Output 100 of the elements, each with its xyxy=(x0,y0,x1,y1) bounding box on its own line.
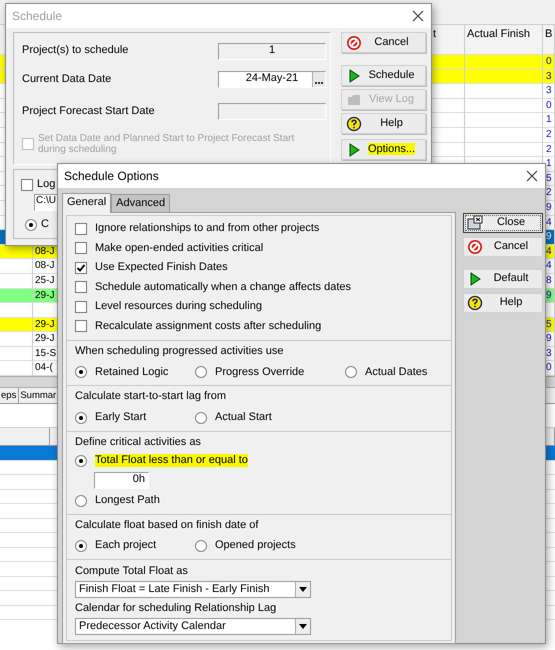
cancel-icon xyxy=(467,239,483,255)
radio-label: Progress Override xyxy=(215,366,304,379)
checkbox-label: Make open-ended activities critical xyxy=(95,242,264,256)
date-cell: 2 xyxy=(545,144,552,155)
checkbox-label: Schedule automatically when a change affects dates xyxy=(95,280,352,294)
input-field[interactable]: 24-May-21 xyxy=(218,71,326,88)
radio-label: Early Start xyxy=(95,410,146,424)
date-cell: 04-( xyxy=(35,362,53,374)
date-cell: 2 xyxy=(545,128,552,140)
ellipsis-button[interactable] xyxy=(312,72,325,87)
cancel-icon xyxy=(346,34,362,50)
date-cell: 4 xyxy=(545,216,552,228)
checkbox[interactable] xyxy=(75,320,87,332)
button[interactable]: Help xyxy=(463,293,543,313)
button[interactable]: Schedule xyxy=(341,65,426,86)
close-window-icon xyxy=(467,215,483,231)
date-cell: 9 xyxy=(545,231,552,242)
checkbox-label: Use Expected Finish Dates xyxy=(95,261,228,275)
checkbox-label: Recalculate assignment costs after scheduling xyxy=(95,320,322,334)
input-field[interactable]: 0h xyxy=(94,472,149,489)
radio-label: Total Float less than or equal to xyxy=(95,454,248,468)
close-icon[interactable] xyxy=(411,9,425,23)
radio-button[interactable] xyxy=(75,412,87,424)
date-cell: 5 xyxy=(545,172,552,184)
date-cell: 3 xyxy=(545,70,552,82)
radio-label: C xyxy=(41,218,49,232)
radio-button[interactable] xyxy=(195,412,207,424)
date-cell: 08-J xyxy=(35,246,54,257)
group-label: Define critical activities as xyxy=(75,436,201,449)
radio-button[interactable] xyxy=(75,366,87,378)
button[interactable]: Cancel xyxy=(463,237,543,257)
date-cell: 4 xyxy=(545,260,552,272)
date-cell: 15-S xyxy=(35,348,56,359)
button[interactable]: Default xyxy=(463,269,543,289)
checkbox-label: Level resources during scheduling xyxy=(95,300,262,314)
dropdown-label: Calendar for scheduling Relationship Lag xyxy=(75,602,276,616)
radio-button[interactable] xyxy=(195,366,207,378)
date-cell: 0 xyxy=(545,362,552,374)
button[interactable]: Close xyxy=(463,213,543,233)
button[interactable]: Help xyxy=(341,113,426,134)
tab[interactable]: eps xyxy=(0,388,20,404)
group-label: Calculate start-to-start lag from xyxy=(75,390,226,404)
window-title: Schedule xyxy=(12,8,62,24)
checkbox[interactable] xyxy=(21,178,33,191)
help-icon xyxy=(467,295,483,311)
checkbox[interactable] xyxy=(75,300,87,313)
date-cell: 25-J xyxy=(35,274,54,286)
date-cell: 0 xyxy=(545,100,552,111)
radio-label: Actual Dates xyxy=(365,366,428,379)
tab[interactable]: General xyxy=(62,193,112,214)
date-cell: 0 xyxy=(545,56,552,67)
date-cell: 08-J xyxy=(35,260,54,272)
caret-icon xyxy=(299,624,307,630)
input-field[interactable]: 1 xyxy=(218,42,326,60)
field-label: Project(s) to schedule xyxy=(22,44,128,58)
checkbox-label: Log xyxy=(37,178,56,192)
radio-label: Actual Start xyxy=(215,410,272,424)
button[interactable]: Cancel xyxy=(341,32,426,53)
radio-button[interactable] xyxy=(25,218,37,231)
date-cell: 4 xyxy=(545,246,552,257)
group-label: Calculate float based on finish date of xyxy=(75,518,258,532)
close-icon[interactable] xyxy=(525,169,539,183)
radio-button[interactable] xyxy=(75,494,87,507)
checkbox[interactable] xyxy=(75,281,87,294)
radio-button[interactable] xyxy=(195,540,207,552)
checkbox[interactable] xyxy=(75,242,87,254)
date-cell: 2 xyxy=(545,187,552,198)
input-field[interactable] xyxy=(218,103,326,120)
date-cell: 1 xyxy=(545,158,552,170)
checkbox[interactable] xyxy=(75,222,87,235)
date-cell: 9 xyxy=(545,290,552,300)
date-cell: 1 xyxy=(545,114,552,126)
tab[interactable]: Advanced xyxy=(111,194,170,212)
dropdown-label: Compute Total Float as xyxy=(75,564,188,578)
date-cell: 9 xyxy=(545,202,552,213)
field-label: Current Data Date xyxy=(22,72,112,86)
checkbox[interactable] xyxy=(75,262,87,274)
radio-label: Retained Logic xyxy=(95,366,168,379)
date-cell: 29-J xyxy=(35,333,54,344)
date-cell: 29-J xyxy=(35,290,54,300)
date-cell: 8 xyxy=(545,274,552,286)
date-cell: 3 xyxy=(545,348,552,359)
window-title: Schedule Options xyxy=(64,168,159,184)
radio-label: Longest Path xyxy=(95,494,160,508)
help-icon xyxy=(346,116,362,132)
radio-label: Each project xyxy=(95,539,156,553)
checkbox-label: Set Data Date and Planned Start to Project Forecast Start during scheduling xyxy=(38,133,296,155)
group-label: When scheduling progressed activities use xyxy=(75,345,284,358)
dropdown[interactable]: Finish Float = Late Finish - Early Finish xyxy=(75,581,311,598)
field-label: Project Forecast Start Date xyxy=(22,104,155,118)
radio-button[interactable] xyxy=(75,540,87,552)
dropdown[interactable]: Predecessor Activity Calendar xyxy=(75,618,311,636)
button[interactable]: Options... xyxy=(341,139,426,160)
date-cell: 9 xyxy=(545,333,552,344)
checkbox-label: Ignore relationships to and from other projects xyxy=(95,222,320,236)
caret-icon xyxy=(299,587,307,592)
date-cell: 5 xyxy=(545,318,552,330)
radio-button[interactable] xyxy=(345,366,357,378)
date-cell: 3 xyxy=(545,85,552,96)
radio-button[interactable] xyxy=(75,454,87,467)
